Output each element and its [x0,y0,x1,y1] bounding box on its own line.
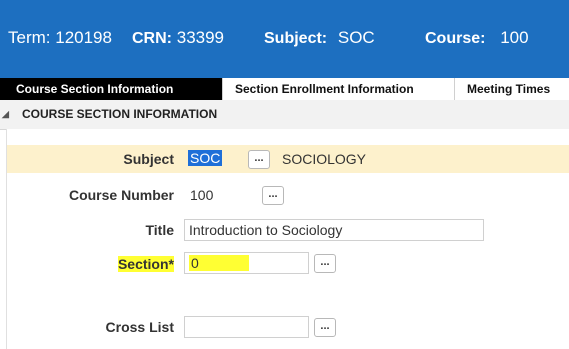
section-title: COURSE SECTION INFORMATION [22,107,218,121]
section-label: Section* [117,256,174,272]
section-row: Section* 0 ... [7,249,569,279]
section-input[interactable]: 0 [184,252,309,274]
subject-lookup-button[interactable]: ... [248,150,270,169]
term-label: Term: [8,28,51,47]
section-label-text: Section [117,256,169,272]
subject-code-value: SOC [188,150,223,166]
course-number-label: Course Number [68,187,174,203]
subject-header-label: Subject: [264,30,328,47]
cross-list-input[interactable] [184,316,309,338]
course-header-value: 100 [500,28,529,47]
subject-info: Subject: SOC [264,28,375,48]
tab-course-section-information[interactable]: Course Section Information [0,78,222,100]
collapse-caret-icon[interactable]: ◢ [2,100,9,129]
subject-description: SOCIOLOGY [282,151,367,167]
section-header[interactable]: ◢ COURSE SECTION INFORMATION [0,100,569,130]
course-header-label: Course: [425,30,486,47]
course-number-row: Course Number 100 ... [7,181,569,207]
title-input[interactable]: Introduction to Sociology [184,219,484,241]
term-value: 120198 [55,28,112,47]
crn-info: CRN: 33399 [132,28,224,48]
tab-section-enrollment-information[interactable]: Section Enrollment Information [222,78,454,100]
title-row: Title Introduction to Sociology [7,217,569,243]
cross-list-label: Cross List [105,319,174,335]
title-label: Title [145,222,174,238]
section-lookup-button[interactable]: ... [314,254,336,273]
section-label-highlight: Section* [117,256,174,272]
tab-meeting-times[interactable]: Meeting Times [454,78,569,100]
key-block-header: Term: 120198 CRN: 33399 Subject: SOC Cou… [0,0,569,78]
term-info: Term: 120198 [8,28,112,48]
section-input-value: 0 [189,255,249,271]
subject-header-value: SOC [337,28,375,47]
subject-label: Subject [123,151,174,167]
course-section-form: Subject SOC ... SOCIOLOGY Course Number … [6,129,569,349]
course-number-lookup-button[interactable]: ... [262,186,284,205]
course-info: Course: 100 [425,28,529,48]
subject-row: Subject SOC ... SOCIOLOGY [7,145,569,173]
tab-bar: Course Section Information Section Enrol… [0,78,569,101]
subject-code-field[interactable]: SOC [188,150,223,166]
crn-label: CRN: [132,30,172,47]
cross-list-row: Cross List ... [7,313,569,341]
required-asterisk: * [168,256,174,272]
course-number-value[interactable]: 100 [190,187,213,203]
crn-value: 33399 [176,28,225,47]
cross-list-lookup-button[interactable]: ... [314,318,336,337]
